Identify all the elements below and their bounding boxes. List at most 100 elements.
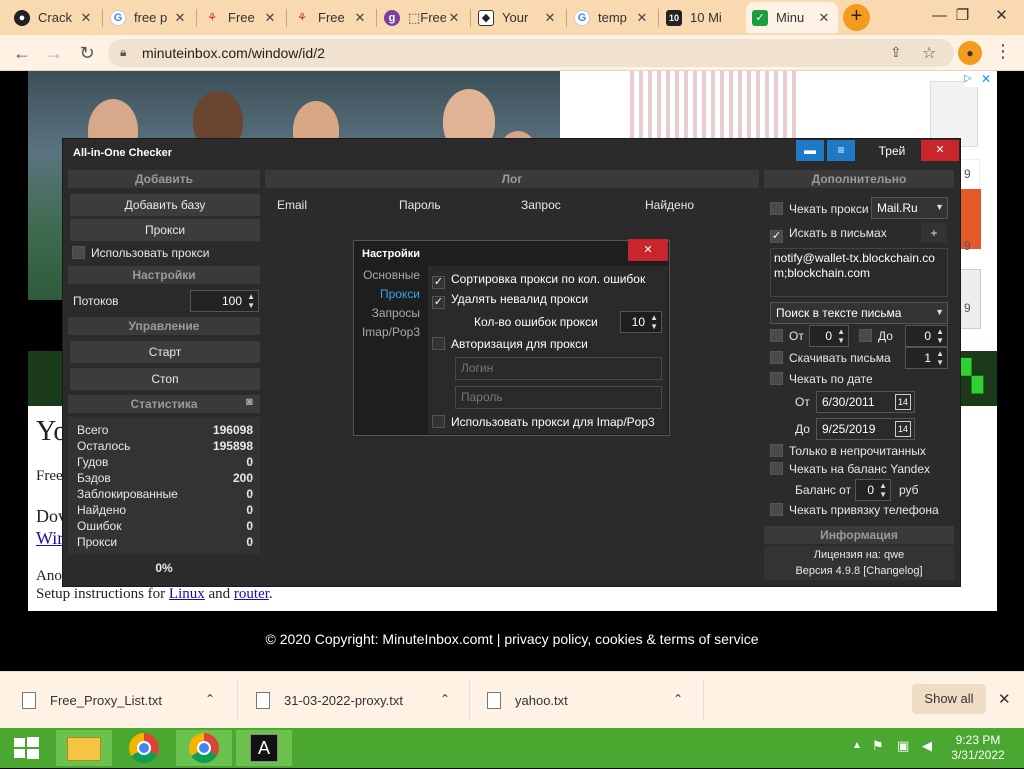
close-window-button[interactable]: ✕: [979, 0, 1024, 35]
tab-2[interactable]: G free p ✕: [104, 2, 194, 33]
check-proxy-checkbox[interactable]: Чекать прокси: [770, 202, 869, 216]
settings-nav-main[interactable]: Основные: [354, 266, 426, 285]
tab-1[interactable]: ● Crack ✕: [8, 2, 100, 33]
checker-close-button[interactable]: ✕: [921, 140, 959, 161]
version-link[interactable]: Версия 4.9.8 [Changelog]: [764, 563, 954, 579]
from-stepper[interactable]: 0 ▲ ▼: [809, 325, 849, 347]
stop-button[interactable]: Стоп: [70, 368, 260, 390]
from-checkbox[interactable]: От: [770, 329, 804, 343]
close-tab-icon[interactable]: ✕: [634, 10, 650, 26]
menu-kebab-icon[interactable]: ⋮: [994, 41, 1012, 62]
download-item[interactable]: yahoo.txt ⌃: [487, 672, 692, 729]
new-tab-button[interactable]: +: [843, 4, 870, 31]
router-link[interactable]: router: [234, 586, 269, 602]
close-tab-icon[interactable]: ✕: [78, 10, 94, 26]
start-button[interactable]: Старт: [70, 341, 260, 363]
close-tab-icon[interactable]: ✕: [352, 10, 368, 26]
flag-icon[interactable]: ⚑: [872, 738, 884, 754]
bookmark-star-icon[interactable]: ☆: [922, 43, 936, 63]
calendar-icon[interactable]: 14: [895, 394, 911, 410]
download-item[interactable]: Free_Proxy_List.txt ⌃: [22, 672, 232, 729]
mail-provider-select[interactable]: Mail.Ru ▼: [871, 197, 948, 219]
date-from-picker[interactable]: 6/30/2011 14: [816, 391, 915, 413]
calendar-icon[interactable]: 14: [895, 421, 911, 437]
tab-6[interactable]: ◆ Your ✕: [472, 2, 564, 33]
close-downloads-icon[interactable]: ✕: [998, 690, 1011, 708]
back-icon[interactable]: ←: [10, 42, 34, 66]
close-tab-icon[interactable]: ✕: [542, 10, 558, 26]
threads-stepper[interactable]: 100 ▲ ▼: [190, 290, 259, 312]
proxy-button[interactable]: Прокси: [70, 219, 260, 241]
tab-8[interactable]: 10 10 Mi: [660, 2, 746, 33]
check-phone-checkbox[interactable]: Чекать привязку телефона: [770, 503, 939, 517]
tab-4[interactable]: ⚘ Free ✕: [288, 2, 374, 33]
settings-close-button[interactable]: ✕: [628, 239, 668, 261]
download-mail-checkbox[interactable]: Скачивать письма: [770, 351, 891, 365]
use-proxy-imap-checkbox[interactable]: Использовать прокси для Imap/Pop3: [432, 415, 655, 429]
login-input[interactable]: Логин: [455, 357, 662, 380]
camera-icon[interactable]: ◙: [246, 396, 253, 408]
only-unread-checkbox[interactable]: Только в непрочитанных: [770, 444, 926, 458]
menu-icon[interactable]: ≡: [827, 140, 855, 161]
search-mode-select[interactable]: Поиск в тексте письма ▼: [770, 302, 948, 324]
tab-3[interactable]: ⚘ Free ✕: [198, 2, 284, 33]
show-hidden-icons[interactable]: ▲: [852, 740, 862, 751]
log-col-found[interactable]: Найдено: [645, 198, 694, 212]
chevron-up-icon[interactable]: ⌃: [205, 692, 215, 706]
tab-5[interactable]: g ⬚Free ✕: [378, 2, 468, 33]
to-stepper[interactable]: 0 ▲ ▼: [905, 325, 948, 347]
chrome-icon[interactable]: [116, 730, 172, 766]
page-link[interactable]: Wir: [36, 528, 63, 549]
remove-invalid-checkbox[interactable]: ✓ Удалять невалид прокси: [432, 292, 588, 309]
show-all-button[interactable]: Show all: [912, 684, 986, 714]
volume-icon[interactable]: ◀︎: [922, 738, 932, 754]
balance-stepper[interactable]: 0 ▲ ▼: [855, 479, 891, 501]
stepper-arrows-icon[interactable]: ▲ ▼: [247, 292, 255, 310]
tab-7[interactable]: G temp ✕: [568, 2, 656, 33]
check-by-date-checkbox[interactable]: Чекать по дате: [770, 372, 873, 386]
tab-9-active[interactable]: ✓ Minu ✕: [746, 2, 838, 33]
tray-button[interactable]: Трей: [867, 140, 917, 161]
log-col-query[interactable]: Запрос: [521, 198, 561, 212]
search-terms-textarea[interactable]: notify@wallet-tx.blockchain.com;blockcha…: [770, 248, 948, 297]
close-tab-icon[interactable]: ✕: [816, 10, 832, 26]
to-checkbox[interactable]: До: [859, 329, 893, 343]
linux-link[interactable]: Linux: [169, 586, 205, 602]
reload-icon[interactable]: ↻: [75, 42, 99, 66]
download-item[interactable]: 31-03-2022-proxy.txt ⌃: [256, 672, 461, 729]
file-explorer-icon[interactable]: [56, 730, 112, 766]
chrome-profile-icon[interactable]: [176, 730, 232, 766]
use-proxy-checkbox[interactable]: Использовать прокси: [72, 246, 210, 260]
close-tab-icon[interactable]: ✕: [446, 10, 462, 26]
ad-info-icon[interactable]: ▷: [964, 73, 978, 87]
folder-icon[interactable]: ▬: [796, 140, 824, 161]
close-tab-icon[interactable]: ✕: [262, 10, 278, 26]
network-icon[interactable]: ▣: [897, 738, 909, 754]
add-term-button[interactable]: +: [921, 223, 947, 243]
search-in-mail-checkbox[interactable]: ✓ Искать в письмах: [770, 226, 887, 243]
settings-nav-requests[interactable]: Запросы: [354, 304, 426, 323]
close-tab-icon[interactable]: ✕: [172, 10, 188, 26]
start-button[interactable]: [2, 730, 50, 766]
chevron-up-icon[interactable]: ⌃: [673, 692, 683, 706]
log-col-password[interactable]: Пароль: [399, 198, 441, 212]
settings-nav-imap[interactable]: Imap/Pop3: [354, 323, 426, 342]
password-input[interactable]: Пароль: [455, 386, 662, 409]
app-a-icon[interactable]: A: [236, 730, 292, 766]
sort-proxy-checkbox[interactable]: ✓ Сортировка прокси по кол. ошибок: [432, 272, 645, 289]
settings-nav-proxy[interactable]: Прокси: [354, 285, 426, 304]
download-stepper[interactable]: 1 ▲ ▼: [905, 347, 948, 369]
clock[interactable]: 9:23 PM 3/31/2022: [946, 733, 1010, 763]
share-icon[interactable]: ⇪: [890, 44, 902, 61]
forward-icon[interactable]: →: [42, 42, 66, 66]
date-to-picker[interactable]: 9/25/2019 14: [816, 418, 915, 440]
error-count-stepper[interactable]: 10 ▲ ▼: [620, 311, 662, 333]
ad-close-icon[interactable]: ✕: [981, 72, 991, 86]
chevron-up-icon[interactable]: ⌃: [440, 692, 450, 706]
check-yandex-checkbox[interactable]: Чекать на баланс Yandex: [770, 462, 930, 476]
address-bar[interactable]: 🔒︎ minuteinbox.com/window/id/2 ⇪ ☆: [108, 39, 954, 67]
add-base-button[interactable]: Добавить базу: [70, 194, 260, 216]
profile-avatar-icon[interactable]: ●: [958, 41, 982, 65]
proxy-auth-checkbox[interactable]: Авторизация для прокси: [432, 337, 588, 351]
log-col-email[interactable]: Email: [277, 198, 307, 212]
